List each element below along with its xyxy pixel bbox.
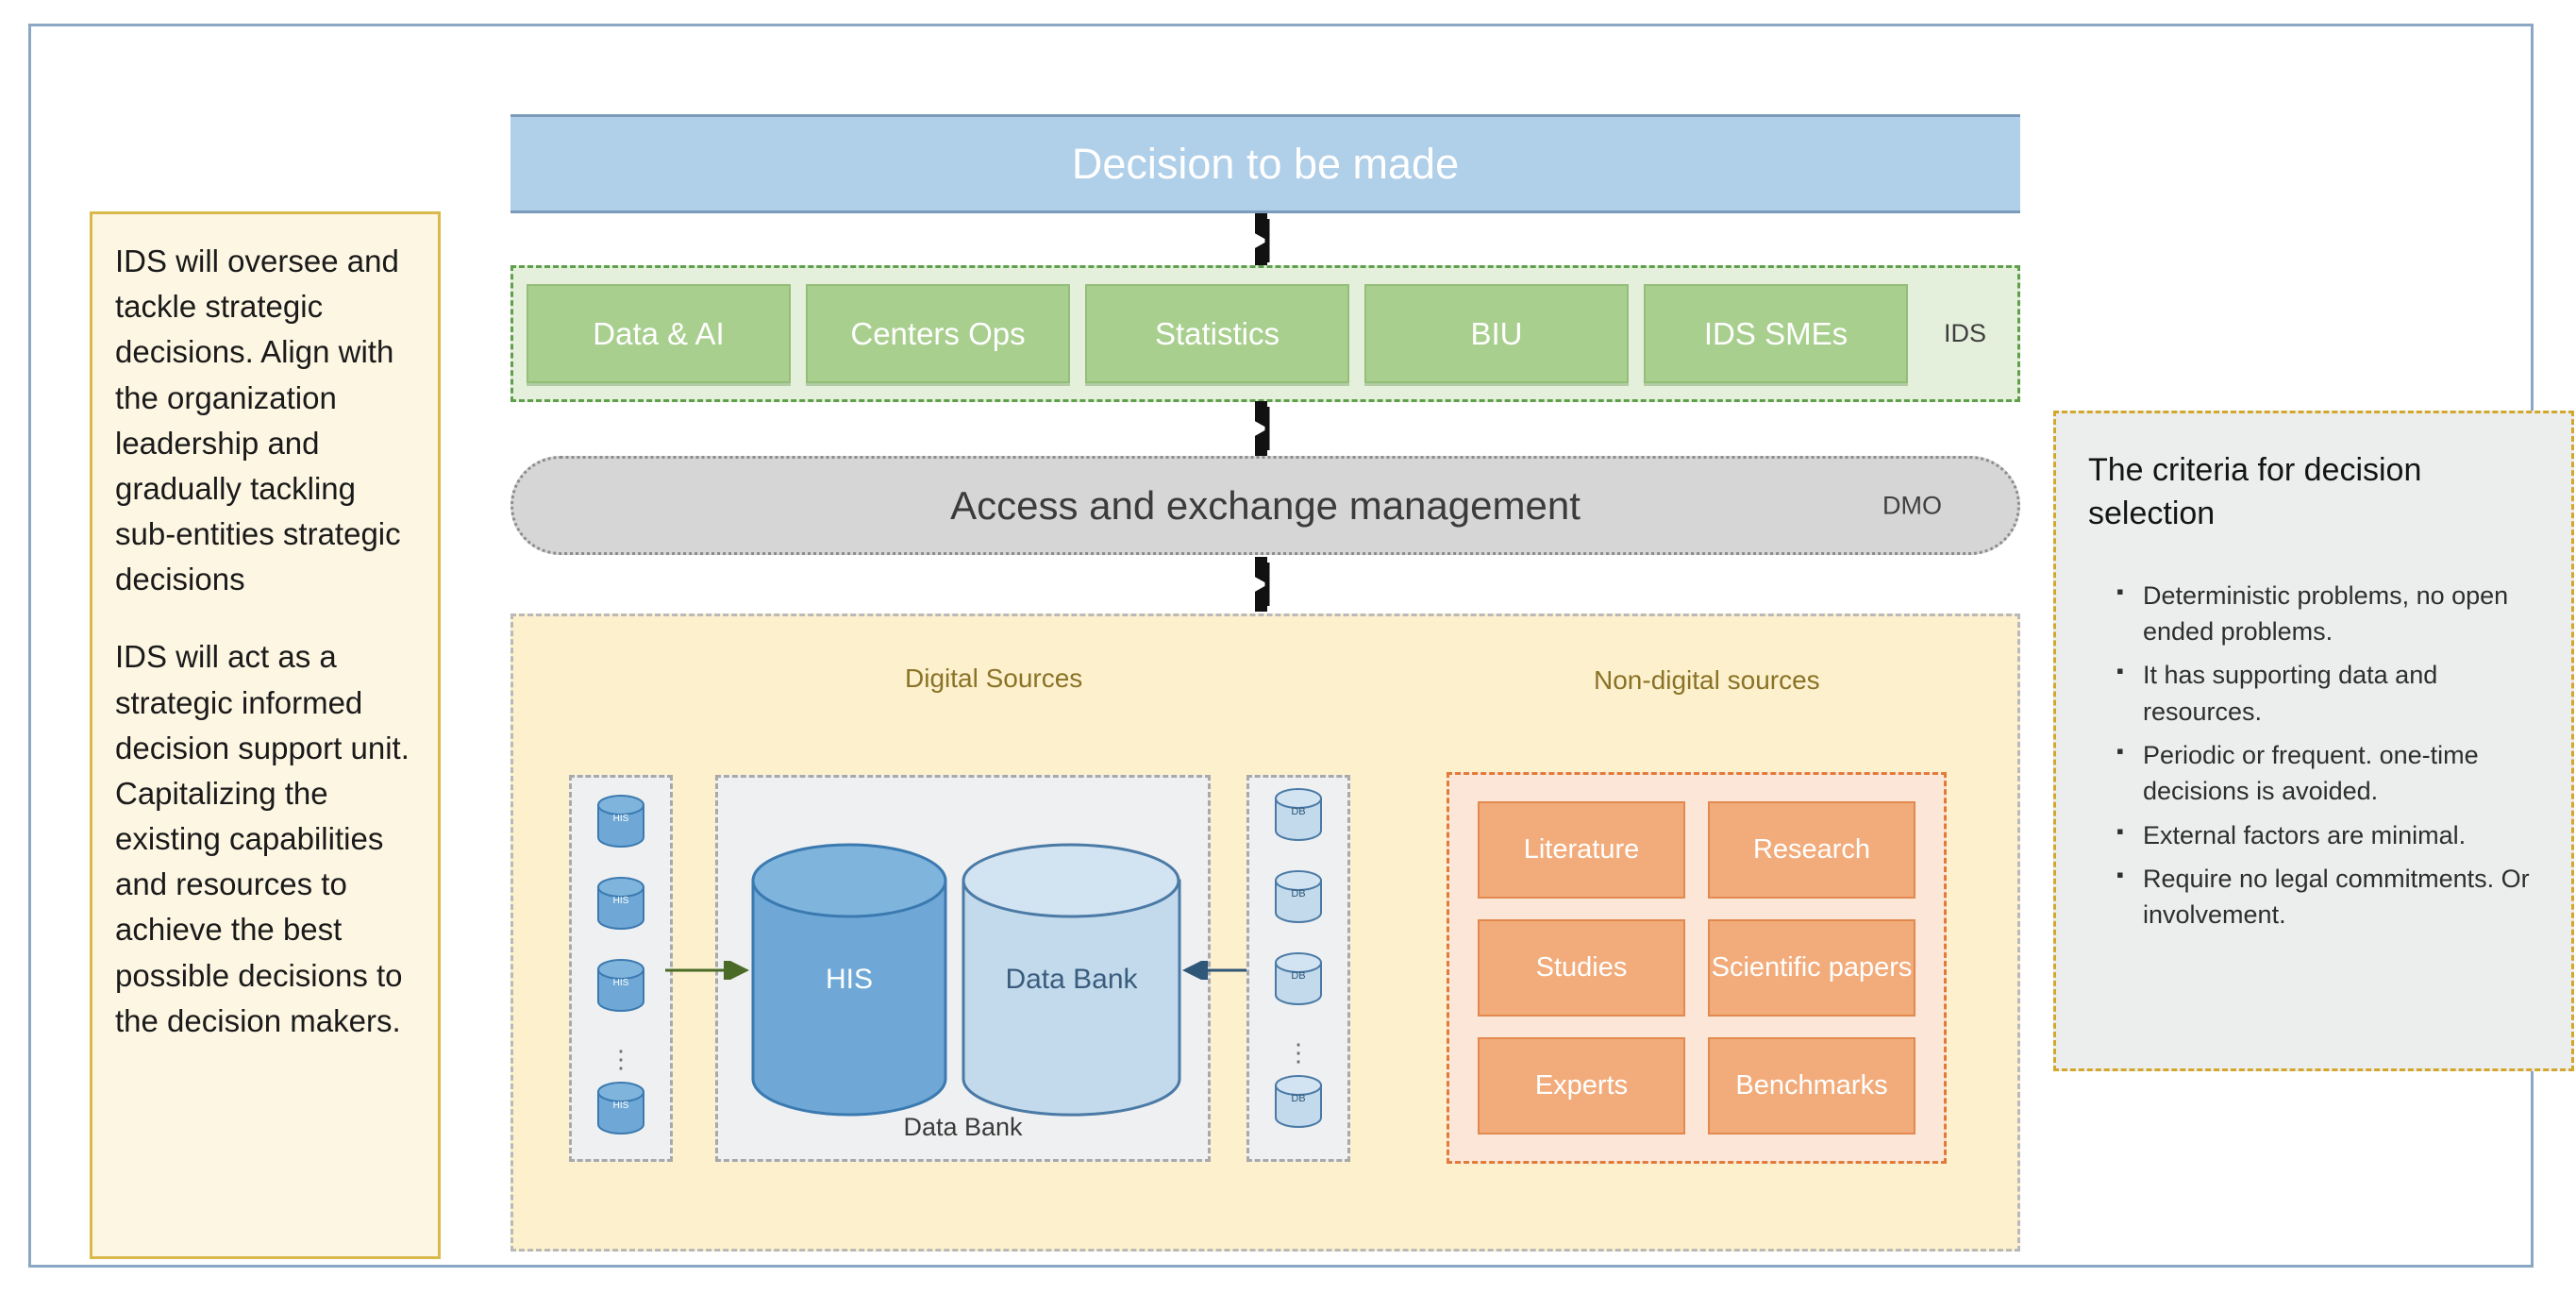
ids-chip-centers-ops[interactable]: Centers Ops: [806, 284, 1070, 383]
criteria-list-item: It has supporting data and resources.: [2116, 656, 2537, 730]
dmo-bar-label: DMO: [1882, 491, 1942, 519]
non-digital-tile-label: Scientific papers: [1711, 952, 1913, 983]
his-cylinder-icon: HIS: [596, 794, 645, 849]
data-bank-group-label: Data Bank: [903, 1113, 1023, 1141]
left-note-paragraph-1: IDS will oversee and tackle strategic de…: [115, 244, 401, 597]
criteria-list-item: Require no legal commitments. Or involve…: [2116, 860, 2537, 933]
his-cylinder-icon: HIS: [596, 876, 645, 931]
his-cylinder-icon: HIS: [596, 1081, 645, 1135]
non-digital-tile-benchmarks[interactable]: Benchmarks: [1708, 1037, 1915, 1135]
ids-band: Data & AI Centers Ops Statistics BIU IDS…: [510, 265, 2020, 402]
his-cylinder-large-label: HIS: [825, 964, 873, 995]
decision-to-be-made-banner: Decision to be made: [510, 114, 2020, 213]
criteria-list-item: Deterministic problems, no open ended pr…: [2116, 577, 2537, 650]
non-digital-tile-studies[interactable]: Studies: [1478, 919, 1685, 1017]
non-digital-tile-research[interactable]: Research: [1708, 801, 1915, 899]
ids-chip-biu[interactable]: BIU: [1364, 284, 1629, 383]
arrow-icon-his-inflow: [665, 961, 749, 980]
criteria-panel-title: The criteria for decision selection: [2088, 452, 2422, 531]
data-bank-cylinder-large-label: Data Bank: [1005, 964, 1138, 995]
ids-band-label: IDS: [1944, 319, 1987, 347]
double-arrow-icon-decision-ids: [1255, 213, 1270, 268]
double-arrow-icon-dmo-sources: [1255, 557, 1270, 612]
ids-chip-data-ai[interactable]: Data & AI: [527, 284, 791, 383]
his-cylinder-icon: HIS: [596, 958, 645, 1013]
db-cylinder-icon: DB: [1274, 951, 1323, 1006]
non-digital-tile-label: Studies: [1535, 952, 1628, 983]
left-note-panel: IDS will oversee and tackle strategic de…: [90, 211, 441, 1259]
ids-chip-label: Data & AI: [593, 315, 725, 351]
digital-sources-heading: Digital Sources: [905, 664, 1083, 693]
ids-chip-label: BIU: [1470, 315, 1523, 351]
ids-chip-label: Centers Ops: [850, 315, 1026, 351]
diagram-canvas: IDS will oversee and tackle strategic de…: [28, 24, 2574, 1268]
criteria-list-item: Periodic or frequent. one-time decisions…: [2116, 736, 2537, 810]
criteria-list: Deterministic problems, no open ended pr…: [2088, 577, 2537, 933]
his-cylinder-large-icon: HIS: [750, 843, 948, 1117]
criteria-list-item: External factors are minimal.: [2116, 816, 2537, 853]
ids-chip-statistics[interactable]: Statistics: [1085, 284, 1349, 383]
dmo-bar-title: Access and exchange management: [950, 482, 1581, 528]
non-digital-tile-label: Literature: [1523, 834, 1640, 866]
double-arrow-icon-ids-dmo: [1255, 401, 1270, 456]
left-note-paragraph-2: IDS will act as a strategic informed dec…: [115, 639, 410, 1038]
his-group-ellipsis: ⋮: [609, 1045, 633, 1073]
access-exchange-management-bar: Access and exchange management DMO: [510, 456, 2020, 555]
data-bank-cylinder-large-icon: Data Bank: [961, 843, 1182, 1117]
non-digital-tile-scientific-papers[interactable]: Scientific papers: [1708, 919, 1915, 1017]
db-group-ellipsis: ⋮: [1286, 1038, 1311, 1067]
ids-chip-ids-smes[interactable]: IDS SMEs: [1644, 284, 1908, 383]
ids-chip-label: Statistics: [1154, 315, 1280, 351]
non-digital-tile-label: Benchmarks: [1735, 1070, 1888, 1101]
non-digital-tile-literature[interactable]: Literature: [1478, 801, 1685, 899]
decision-banner-title: Decision to be made: [1071, 139, 1460, 188]
db-cylinder-icon: DB: [1274, 1074, 1323, 1129]
db-cylinder-icon: DB: [1274, 869, 1323, 924]
non-digital-sources-heading: Non-digital sources: [1594, 665, 1820, 695]
criteria-panel: The criteria for decision selection Dete…: [2053, 411, 2574, 1071]
non-digital-tile-label: Experts: [1534, 1070, 1629, 1101]
non-digital-tile-experts[interactable]: Experts: [1478, 1037, 1685, 1135]
ids-chip-label: IDS SMEs: [1703, 315, 1848, 351]
non-digital-sources-group: Literature Research Studies Scientific p…: [1447, 772, 1947, 1164]
db-cylinder-icon: DB: [1274, 787, 1323, 842]
non-digital-tile-label: Research: [1752, 834, 1871, 866]
